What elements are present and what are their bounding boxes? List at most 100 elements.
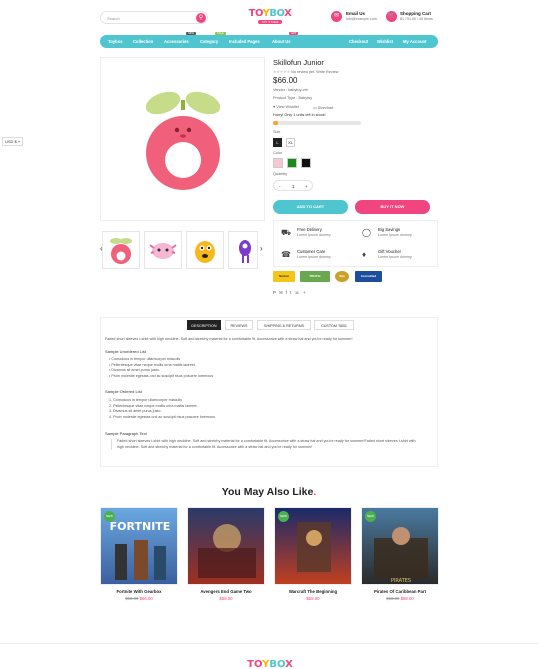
nav-item-checkout[interactable]: Checkout <box>349 39 368 44</box>
review-row: ★★★★★ No review yet. Write Review <box>273 69 339 74</box>
tab-reviews[interactable]: REVIEWS <box>225 320 253 330</box>
whatsapp-icon[interactable]: ☏ <box>294 290 303 295</box>
cart-title: Shopping Cart <box>400 11 431 16</box>
cart-value: $1,791.00 / 45 Items <box>400 17 433 21</box>
email-title: Email Us <box>346 11 366 16</box>
qty-plus-button[interactable]: + <box>305 184 308 189</box>
quantity-stepper[interactable]: - 1 + <box>273 180 313 191</box>
footer-logo[interactable]: TOYBOX <box>246 659 294 669</box>
search-placeholder: Search <box>107 16 120 21</box>
new-badge: NEW <box>104 511 115 522</box>
color-swatch-pink[interactable] <box>273 158 283 168</box>
cart-block[interactable]: Shopping Cart $1,791.00 / 45 Items <box>400 11 433 21</box>
email-value: info@example.com <box>346 17 377 21</box>
buy-now-button[interactable]: BUY IT NOW <box>355 200 430 214</box>
trust-badge-truste: TRUSTe <box>300 271 330 282</box>
heart-icon: ♥ <box>273 105 276 109</box>
related-card-1[interactable]: FORTNITE NEW <box>100 507 178 585</box>
nav-item-category[interactable]: Category <box>200 39 218 44</box>
chevron-down-icon: ˅ <box>17 139 21 144</box>
nav-item-toybox[interactable]: Toybox <box>108 39 123 44</box>
share-icons: P✉ft☏+ <box>273 290 309 296</box>
site-logo[interactable]: TOYBOX TOY STORE <box>246 8 294 26</box>
search-icon: ⚲ <box>198 15 204 21</box>
tab-shipping[interactable]: SHIPPING & RETURNS <box>257 320 311 330</box>
wishlist-row[interactable]: ♥ View Wishlist <box>273 105 299 109</box>
feature-title: Free Delivery <box>297 227 322 232</box>
review-text[interactable]: No review yet. Write Review <box>291 70 338 74</box>
nav-item-accessories[interactable]: Accessories <box>164 39 189 44</box>
list-item: 4. Proin molestie egestas orci ac suscip… <box>109 414 215 419</box>
search-button[interactable]: ⚲ <box>196 13 206 23</box>
description-intro: Faded short sleeves t-shirt with high ne… <box>105 337 353 341</box>
email-share-icon[interactable]: ✉ <box>279 290 286 295</box>
teether-toy-image <box>145 91 221 190</box>
feature-text: Lorem Ipsum dummy <box>297 233 331 237</box>
sizechart-link[interactable]: Sizechart <box>318 106 334 110</box>
related-name-1[interactable]: Fortnite With Gearbox <box>100 589 178 594</box>
thumbnail-2[interactable] <box>144 231 182 269</box>
trust-badge-norton: Norton <box>273 271 295 282</box>
color-label: Color <box>273 151 283 155</box>
related-price-2: $58.00 <box>219 596 233 601</box>
stock-progress-bar <box>273 121 361 125</box>
qty-minus-button[interactable]: - <box>279 184 281 189</box>
search-input[interactable]: Search ⚲ <box>100 11 208 24</box>
related-card-4[interactable]: PIRATES NEW <box>361 507 439 585</box>
thumbnail-4[interactable] <box>228 231 258 269</box>
delivery-icon: ⛟ <box>281 228 292 237</box>
trust-badge-accredited: Accredited <box>355 271 382 282</box>
gift-icon: ♦ <box>362 250 367 259</box>
size-option-l[interactable]: L <box>273 138 282 147</box>
sizechart-row[interactable]: ▭ Sizechart <box>313 105 333 110</box>
logo-text: TOYBOX <box>248 8 292 19</box>
trust-badge-secure: Site Secure <box>335 271 349 289</box>
currency-selector[interactable]: USD $ ˅ <box>2 137 24 146</box>
related-name-3[interactable]: Warcraft The Beginning <box>274 589 352 594</box>
tab-custom[interactable]: CUSTOM TAB1 <box>314 320 354 330</box>
list-item: • Proin molestie egestas orci ac suscipi… <box>109 373 214 378</box>
axolotl-thumb <box>149 243 177 259</box>
feature-title: Customer Care <box>297 249 326 254</box>
savings-icon: ◯ <box>362 228 371 237</box>
color-swatch-green[interactable] <box>287 158 297 168</box>
nav-item-collection[interactable]: Collection <box>133 39 153 44</box>
feature-customer-care: ☎ Customer Care Lorem Ipsum dummy <box>276 245 356 267</box>
related-card-3[interactable]: NEW <box>274 507 352 585</box>
unordered-list: • Comodous in tempor ullamcorper miaculi… <box>109 357 213 379</box>
product-main-image[interactable] <box>100 57 265 221</box>
new-badge: NEW <box>278 511 289 522</box>
feature-title: Gift Voucher <box>378 249 402 254</box>
stock-progress-fill <box>273 121 279 125</box>
customer-care-icon: ☎ <box>281 250 291 259</box>
add-to-cart-button[interactable]: ADD TO CART <box>273 200 348 214</box>
nav-item-account[interactable]: My Account <box>403 39 427 44</box>
thumbnail-3[interactable] <box>186 231 224 269</box>
feature-big-savings: ◯ Big Savings Lorem Ipsum dummy <box>357 223 437 245</box>
qty-value[interactable]: 1 <box>292 184 295 189</box>
color-swatch-black[interactable] <box>301 158 311 168</box>
badge-new: NEW <box>186 32 197 35</box>
ul-title: Sample Unordered List <box>105 349 146 354</box>
related-card-2[interactable] <box>187 507 265 585</box>
related-section-title: You May Also Like. <box>221 486 317 498</box>
related-name-4[interactable]: Pirates Of Caribbean Part <box>361 589 439 594</box>
stock-warning: Hurry! Only 1 units left in stock! <box>273 113 326 117</box>
ruler-icon: ▭ <box>313 106 317 110</box>
nav-item-about[interactable]: About Us <box>272 39 291 44</box>
thumb-next-arrow[interactable]: › <box>260 244 263 253</box>
more-share-icon[interactable]: + <box>303 290 309 295</box>
wishlist-link[interactable]: View Wishlist <box>276 105 298 109</box>
product-tabs: DESCRIPTION REVIEWS SHIPPING & RETURNS C… <box>100 317 438 467</box>
related-name-2[interactable]: Avengers End Game Two <box>187 589 265 594</box>
nav-item-wishlist[interactable]: Wishlist <box>377 39 393 44</box>
email-block[interactable]: Email Us info@example.com <box>346 11 377 21</box>
paragraph-title: Sample Paragraph Text <box>105 431 147 436</box>
feature-text: Lorem Ipsum dummy <box>378 233 412 237</box>
related-price-3: $58.00 <box>306 596 320 601</box>
logo-subtitle: TOY STORE <box>258 20 282 24</box>
thumbnail-1[interactable] <box>102 231 140 269</box>
nav-item-included-pages[interactable]: Included Pages <box>229 39 260 44</box>
size-option-xl[interactable]: XL <box>286 138 295 147</box>
tab-description[interactable]: DESCRIPTION <box>187 320 221 330</box>
